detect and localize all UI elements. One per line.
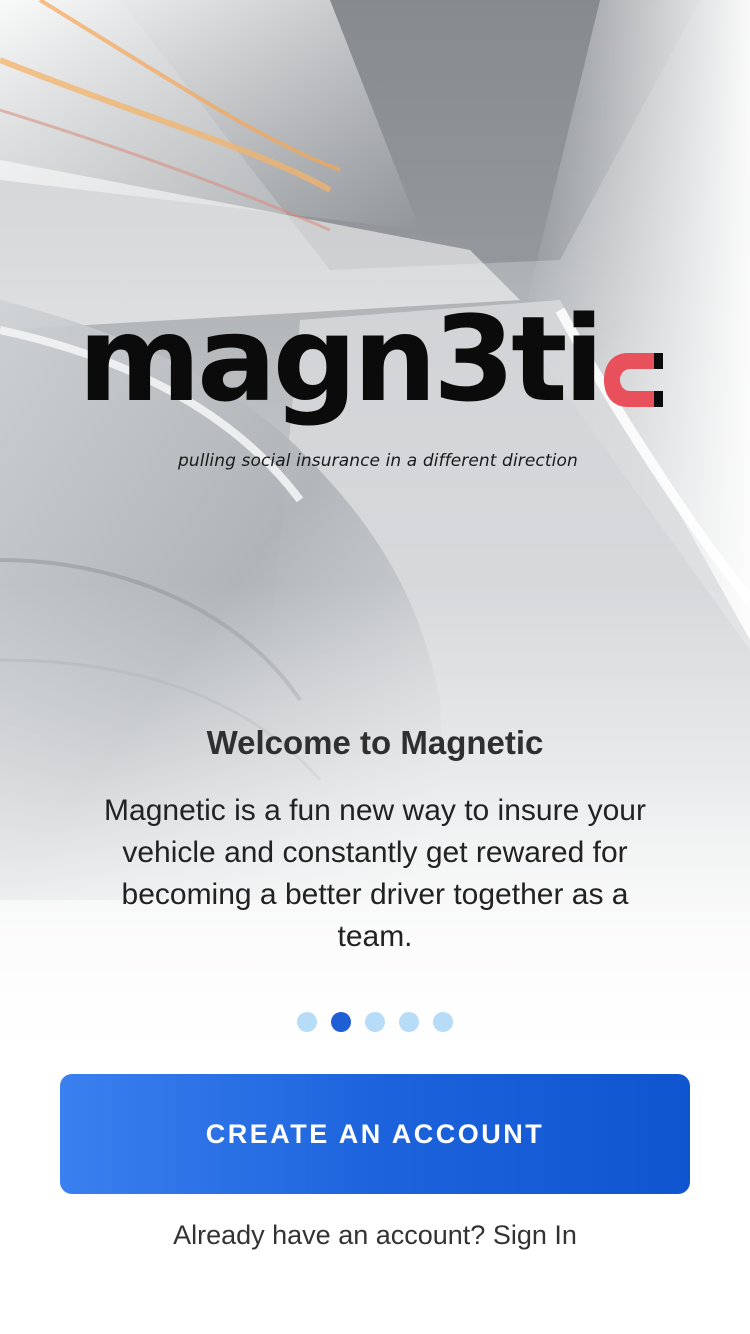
onboarding-screen: magn3ti pulling social insurance in a di…	[0, 0, 750, 1334]
pager-dot[interactable]	[433, 1012, 453, 1032]
pager-dot[interactable]	[365, 1012, 385, 1032]
onboarding-pager	[0, 1012, 750, 1032]
pager-dot[interactable]	[297, 1012, 317, 1032]
magnet-c-icon	[604, 353, 663, 407]
signin-prompt-text: Already have an account?	[173, 1220, 486, 1250]
signin-link[interactable]: Sign In	[493, 1220, 577, 1250]
signin-prompt: Already have an account? Sign In	[0, 1220, 750, 1251]
brand-logo: magn3ti pulling social insurance in a di…	[78, 300, 668, 490]
welcome-title: Welcome to Magnetic	[206, 724, 544, 761]
pager-dot[interactable]	[399, 1012, 419, 1032]
brand-tagline: pulling social insurance in a different …	[178, 451, 578, 471]
pager-dot-active[interactable]	[331, 1012, 351, 1032]
logo-wordmark: magn3ti	[78, 290, 604, 428]
create-account-button[interactable]: CREATE AN ACCOUNT	[60, 1074, 690, 1194]
welcome-description: Magnetic is a fun new way to insure your…	[104, 794, 646, 953]
